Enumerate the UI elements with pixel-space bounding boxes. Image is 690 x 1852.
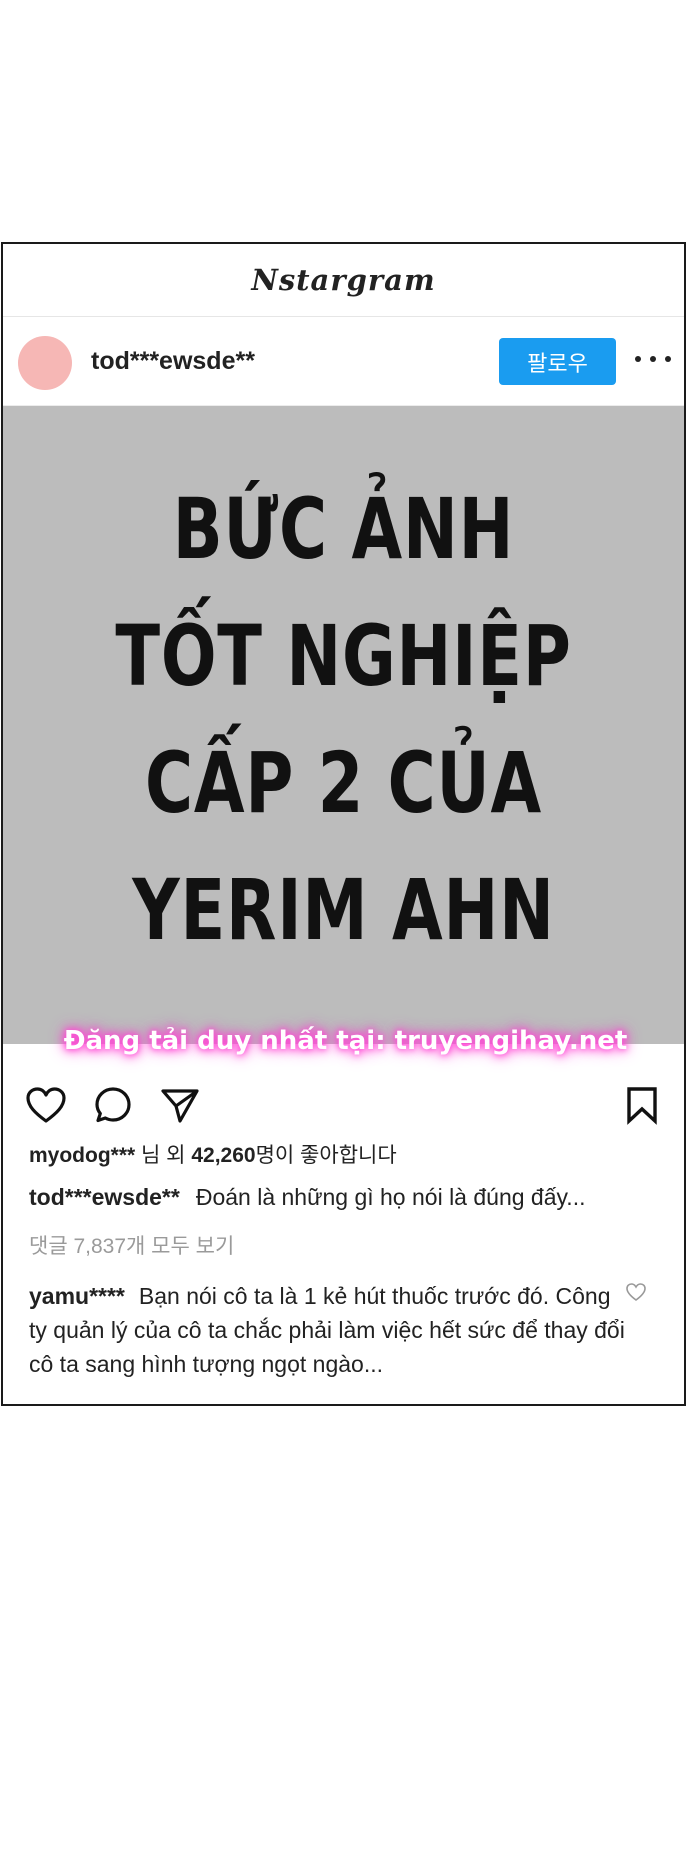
likes-middle: 님 외 bbox=[135, 1144, 192, 1167]
paper-plane-icon[interactable] bbox=[159, 1085, 201, 1125]
post-header: tod***ewsde** 팔로우 bbox=[3, 317, 684, 406]
small-heart-icon[interactable] bbox=[625, 1282, 647, 1302]
comment-user[interactable]: yamu**** bbox=[29, 1283, 125, 1309]
likes-suffix: 명이 좋아합니다 bbox=[255, 1144, 397, 1167]
app-header: Nstargram bbox=[3, 244, 684, 317]
likes-count[interactable]: 42,260 bbox=[191, 1144, 255, 1167]
watermark-text: Đăng tải duy nhất tại: truyengihay.net bbox=[63, 1026, 628, 1056]
app-logo: Nstargram bbox=[251, 263, 436, 297]
caption-user[interactable]: tod***ewsde** bbox=[29, 1184, 180, 1210]
image-text-line: TỐT NGHIỆP bbox=[115, 607, 572, 705]
follow-button[interactable]: 팔로우 bbox=[499, 338, 616, 385]
more-dots-icon[interactable] bbox=[635, 347, 671, 371]
image-text-line: YERIM AHN bbox=[132, 861, 555, 959]
likes-user[interactable]: myodog*** bbox=[29, 1144, 135, 1167]
bookmark-icon[interactable] bbox=[625, 1085, 659, 1125]
post-image: BỨC ẢNH TỐT NGHIỆP CẤP 2 CỦA YERIM AHN bbox=[3, 406, 684, 1044]
avatar[interactable] bbox=[18, 336, 72, 390]
image-text-line: BỨC ẢNH bbox=[172, 480, 515, 578]
likes-line: myodog*** 님 외 42,260명이 좋아합니다 bbox=[29, 1139, 397, 1169]
action-bar bbox=[3, 1074, 684, 1134]
caption-text: Đoán là những gì họ nói là đúng đấy... bbox=[195, 1184, 586, 1210]
post-image-text: BỨC ẢNH TỐT NGHIỆP CẤP 2 CỦA YERIM AHN bbox=[78, 466, 609, 974]
post-username[interactable]: tod***ewsde** bbox=[91, 317, 255, 405]
comment-bubble-icon[interactable] bbox=[93, 1085, 133, 1125]
comment-item: yamu**** Bạn nói cô ta là 1 kẻ hút thuốc … bbox=[29, 1279, 629, 1381]
caption: tod***ewsde** Đoán là những gì họ nói là … bbox=[29, 1184, 669, 1211]
post-frame: Nstargram tod***ewsde** 팔로우 BỨC ẢNH TỐT … bbox=[1, 242, 686, 1406]
view-all-comments-link[interactable]: 댓글 7,837개 모두 보기 bbox=[29, 1230, 234, 1260]
image-text-line: CẤP 2 CỦA bbox=[144, 734, 543, 832]
heart-icon[interactable] bbox=[25, 1086, 67, 1124]
